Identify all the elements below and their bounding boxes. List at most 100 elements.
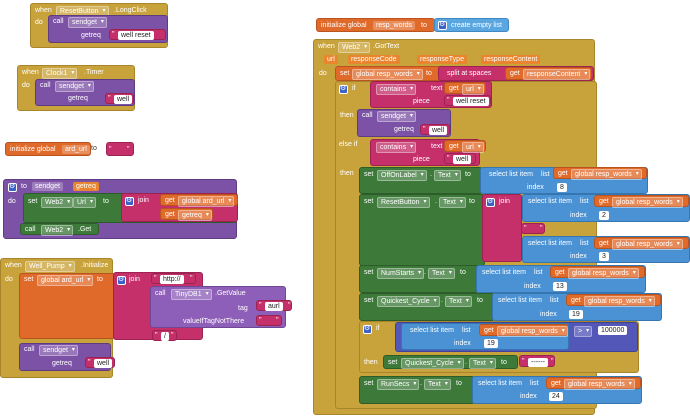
text-block[interactable]: " well [85,357,115,368]
init-global-ard-url-block[interactable]: initialize global ard_url [5,142,91,156]
index-value[interactable]: 13 [553,282,567,291]
property-dropdown[interactable]: Text [469,358,496,369]
gear-icon[interactable] [363,324,372,334]
procedure-dropdown[interactable]: sendget [39,345,78,356]
contains-dropdown[interactable]: contains [376,142,417,153]
variable-dropdown[interactable]: global resp_words [612,239,683,250]
variable-dropdown[interactable]: global resp_words [352,69,423,80]
text-value[interactable]: well reset [453,97,489,106]
set-numstarts-text-block[interactable]: set NumStarts . Text to [359,265,479,293]
text-value[interactable]: / [161,332,169,341]
gear-icon[interactable] [339,84,348,94]
text-value[interactable]: aurl [265,302,283,311]
variable-dropdown[interactable]: responseContent [523,69,591,80]
compare-value[interactable]: 100000 [598,326,628,335]
param-chip[interactable]: getreq [73,182,99,191]
procedure-name-field[interactable]: sendget [32,182,63,191]
text-value[interactable]: well [453,155,472,164]
param-chip-response-content[interactable]: responseContent [481,55,541,64]
component-dropdown[interactable]: TinyDB1 [171,289,212,300]
text-value[interactable]: http:// [160,275,184,284]
slash-text-block[interactable]: " / " [152,330,177,341]
variable-dropdown[interactable]: global ard_url [178,196,235,207]
component-dropdown[interactable]: Quickest_Cycle [377,296,440,307]
set-runsecs-text-block[interactable]: set RunSecs . Text to [359,376,475,404]
component-dropdown[interactable]: NumStarts [377,268,425,279]
set-resetbutton-text-block[interactable]: set ResetButton . Text to [359,194,485,266]
get-response-content-block[interactable]: get responseContent [505,67,592,80]
variable-dropdown[interactable]: global resp_words [584,296,655,307]
component-dropdown[interactable]: Well_Pump [25,261,75,272]
index-value[interactable]: 19 [569,310,583,319]
variable-dropdown[interactable]: global resp_words [568,268,639,279]
get-resp-words-block[interactable]: get global resp_words [594,237,689,250]
component-dropdown[interactable]: RunSecs [377,379,420,390]
call-web2-get-block[interactable]: call Web2 .Get [20,223,99,236]
param-chip-response-type[interactable]: responseType [417,55,467,64]
component-dropdown[interactable]: OffOnLabel [377,170,427,181]
text-block[interactable]: " well [420,124,450,135]
gear-icon[interactable] [117,275,126,285]
text-block[interactable]: " http:// " [151,273,196,284]
contains-dropdown[interactable]: contains [376,84,417,95]
get-getreq-block[interactable]: get getreq [160,208,213,221]
variable-dropdown[interactable]: global resp_words [571,169,642,180]
get-url-block[interactable]: get url [444,140,486,153]
gear-icon[interactable] [438,20,447,30]
component-dropdown[interactable]: Web2 [41,225,74,236]
set-offonlabel-text-block[interactable]: set OffOnLabel . Text to [359,167,483,194]
get-url-block[interactable]: get url [444,82,486,95]
text-value[interactable]: well [94,359,113,368]
get-resp-words-block[interactable]: get global resp_words [546,377,641,390]
get-ard-url-block[interactable]: get global ard_url [160,194,238,207]
set-ard-url-block[interactable]: set global ard_url to [19,273,115,339]
empty-text-block[interactable]: " " [106,142,134,156]
variable-dropdown[interactable]: url [462,84,484,95]
join-block[interactable]: join [482,194,522,262]
index-value[interactable]: 19 [484,339,498,348]
property-dropdown[interactable]: Text [424,379,451,390]
text-block[interactable]: " well reset [109,29,166,40]
text-value[interactable]: well [429,126,448,135]
tag-text-block[interactable]: " aurl " [256,300,292,311]
component-dropdown[interactable]: Clock1 [42,68,78,79]
procedure-dropdown[interactable]: sendget [55,81,94,92]
text-block[interactable]: " well reset [444,95,491,106]
create-empty-list-block[interactable]: create empty list [434,18,509,32]
component-dropdown[interactable]: Quickest_Cycle [401,358,464,369]
component-dropdown[interactable]: ResetButton [377,197,430,208]
index-value[interactable]: 24 [549,392,563,401]
index-value[interactable]: 8 [557,183,567,192]
variable-dropdown[interactable]: global resp_words [612,197,683,208]
property-dropdown[interactable]: Url [73,197,96,208]
component-dropdown[interactable]: Web2 [338,42,371,53]
property-dropdown[interactable]: Text [434,170,461,181]
dash-text-block[interactable]: " ------ " [519,355,555,367]
set-quickest-cycle-text-block[interactable]: set Quickest_Cycle . Text to [383,355,518,369]
variable-dropdown[interactable]: global ard_url [37,275,94,286]
procedure-dropdown[interactable]: sendget [377,111,416,122]
property-dropdown[interactable]: Text [439,197,466,208]
init-global-resp-words-block[interactable]: initialize global resp_words to [316,18,435,32]
variable-name-field[interactable]: ard_url [62,145,90,154]
variable-dropdown[interactable]: getreq [178,210,212,221]
property-dropdown[interactable]: Text [445,296,472,307]
variable-name-field[interactable]: resp_words [373,21,416,30]
gear-icon[interactable] [125,196,134,206]
param-chip-response-code[interactable]: responseCode [348,55,400,64]
param-chip-url[interactable]: url [324,55,338,64]
gear-icon[interactable] [8,182,17,192]
procedure-dropdown[interactable]: sendget [68,17,107,28]
text-value[interactable]: ------ [528,358,548,367]
index-value[interactable]: 3 [599,252,609,261]
set-quickest-cycle-text-block[interactable]: set Quickest_Cycle . Text to [359,293,495,321]
empty-text-block[interactable]: " " [256,315,282,326]
get-resp-words-block[interactable]: get global resp_words [479,324,568,337]
get-resp-words-block[interactable]: get global resp_words [594,195,689,208]
variable-dropdown[interactable]: url [462,142,484,153]
variable-dropdown[interactable]: global resp_words [497,326,568,337]
text-value[interactable]: well reset [118,31,154,40]
space-text-block[interactable]: " " [521,223,545,234]
text-value[interactable]: well [114,95,133,104]
gear-icon[interactable] [486,197,495,207]
